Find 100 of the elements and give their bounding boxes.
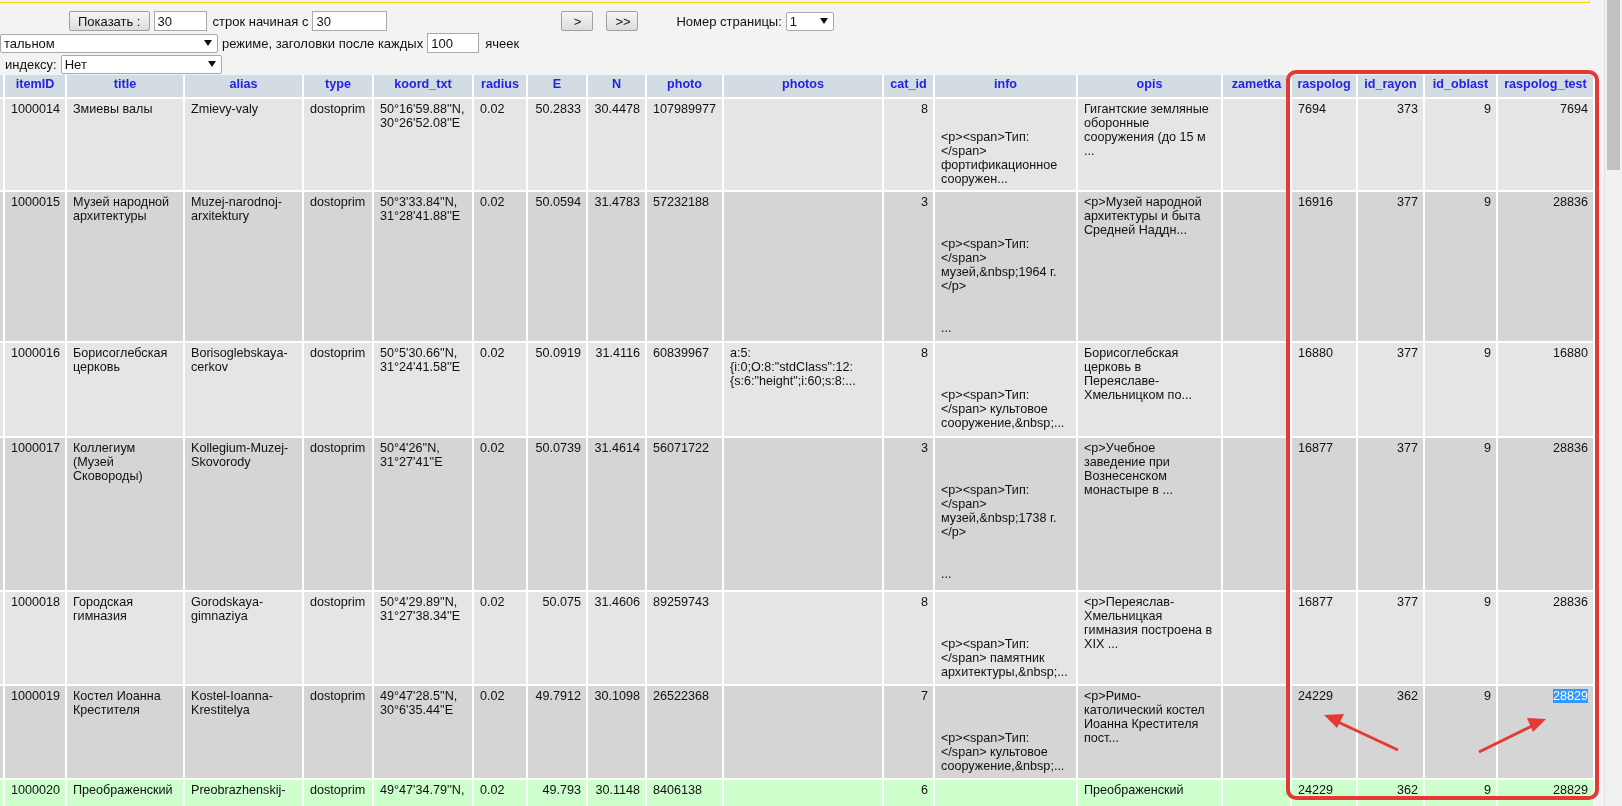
table-cell: 56071722 <box>646 437 723 591</box>
table-cell: 377 <box>1357 191 1424 342</box>
rows-count-field[interactable]: 30 <box>153 11 207 31</box>
last-page-button[interactable]: >> <box>606 11 639 31</box>
column-header[interactable]: E <box>527 75 587 98</box>
table-cell: 0.02 <box>473 685 527 779</box>
show-button[interactable]: Показать : <box>69 11 150 31</box>
page-number-label: Номер страницы: <box>676 13 782 29</box>
table-cell: 28836 <box>1497 437 1594 591</box>
table-cell: 9 <box>1424 342 1497 437</box>
table-cell: dostoprim <box>303 342 373 437</box>
scrollbar[interactable] <box>1604 0 1622 806</box>
column-header[interactable]: title <box>66 75 184 98</box>
column-header[interactable]: photo <box>646 75 723 98</box>
table-cell: Kollegium-Muzej- Skovorody <box>184 437 303 591</box>
column-header[interactable]: zametka <box>1222 75 1291 98</box>
table-cell: <p><span>Тип: </span> фортификационное сооружен... <box>934 98 1077 191</box>
table-cell: 50°4'29.89''N, 31°27'38.34''E <box>373 591 473 685</box>
rows-label: строк начиная с <box>212 13 309 29</box>
table-cell: 3 <box>883 437 934 591</box>
column-header[interactable]: type <box>303 75 373 98</box>
table-cell: 377 <box>1357 342 1424 437</box>
table-cell: 377 <box>1357 437 1424 591</box>
table-cell: 50°16'59.88''N, 30°26'52.08''E <box>373 98 473 191</box>
column-header[interactable]: alias <box>184 75 303 98</box>
table-cell: 50.0739 <box>527 437 587 591</box>
table-cell: dostoprim <box>303 685 373 779</box>
table-cell: a:5: {i:0;O:8:"stdClass":12: {s:6:"height";i:60;s:8:... <box>723 342 883 437</box>
table-cell: 377 <box>1357 591 1424 685</box>
table-cell: 1000018 <box>4 591 66 685</box>
table-cell: 50.2833 <box>527 98 587 191</box>
table-cell: 7 <box>883 685 934 779</box>
table-cell: 8406138 <box>646 779 723 806</box>
index-select[interactable]: Нет <box>60 54 222 74</box>
table-cell: 31.4116 <box>587 342 646 437</box>
table-cell: 9 <box>1424 191 1497 342</box>
table-cell: Коллегиум (Музей Сковороды) <box>66 437 184 591</box>
table-cell: 89259743 <box>646 591 723 685</box>
table-cell: 0.02 <box>473 342 527 437</box>
table-cell: 49°47'34.79''N, <box>373 779 473 806</box>
column-header[interactable]: opis <box>1077 75 1222 98</box>
table-cell: 50.075 <box>527 591 587 685</box>
table-cell: 26522368 <box>646 685 723 779</box>
table-cell: <p>Переяслав- Хмельницкая гимназия построена в XIX ... <box>1077 591 1222 685</box>
table-cell: 50°5'30.66''N, 31°24'41.58''E <box>373 342 473 437</box>
table-cell: Gorodskaya- gimnaziya <box>184 591 303 685</box>
table-cell: 373 <box>1357 98 1424 191</box>
table-cell: 9 <box>1424 591 1497 685</box>
table-cell: 28836 <box>1497 591 1594 685</box>
column-header[interactable]: id_oblast <box>1424 75 1497 98</box>
table-cell: 30.1098 <box>587 685 646 779</box>
table-cell: 3 <box>883 191 934 342</box>
table-cell: 28829 <box>1497 685 1594 779</box>
page-select[interactable]: 1 <box>785 11 834 31</box>
table-cell: 0.02 <box>473 437 527 591</box>
column-header[interactable]: itemID <box>4 75 66 98</box>
column-header[interactable]: info <box>934 75 1077 98</box>
table-cell: 7694 <box>1291 98 1357 191</box>
table-cell: dostoprim <box>303 98 373 191</box>
column-header[interactable]: cat_id <box>883 75 934 98</box>
column-header[interactable]: koord_txt <box>373 75 473 98</box>
table-cell: 0.02 <box>473 591 527 685</box>
column-header[interactable]: raspolog_test <box>1497 75 1594 98</box>
column-header[interactable]: photos <box>723 75 883 98</box>
table-cell: 50.0919 <box>527 342 587 437</box>
table-cell: <p><span>Тип: </span> культовое сооружение,&nbsp;... <box>934 342 1077 437</box>
table-cell: <p><span>Тип: </span> культовое сооружение,&nbsp;... <box>934 685 1077 779</box>
table-cell: 16880 <box>1291 342 1357 437</box>
table-cell: Борисоглебская церковь <box>66 342 184 437</box>
caret-icon <box>207 61 216 67</box>
repeat-cells-field[interactable]: 100 <box>427 33 480 53</box>
table-cell: <p><span>Тип: </span> музей,&nbsp;1738 г. </p> ... <box>934 437 1077 591</box>
table-cell: 50°4'26''N, 31°27'41''E <box>373 437 473 591</box>
start-row-field[interactable]: 30 <box>312 11 388 31</box>
table-cell: 31.4783 <box>587 191 646 342</box>
table-cell: 16880 <box>1497 342 1594 437</box>
table-cell: Борисоглебская церковь в Переяславе- Хмельницком по... <box>1077 342 1222 437</box>
column-header[interactable]: raspolog <box>1291 75 1357 98</box>
column-header[interactable]: radius <box>473 75 527 98</box>
sort-index-label: индексу: <box>5 56 57 72</box>
table-cell: 0.02 <box>473 98 527 191</box>
table-cell: Преображенский <box>66 779 184 806</box>
table-cell: 8 <box>883 591 934 685</box>
table-cell: 16916 <box>1291 191 1357 342</box>
table-cell: 31.4606 <box>587 591 646 685</box>
column-header[interactable]: N <box>587 75 646 98</box>
next-page-button[interactable]: > <box>561 11 594 31</box>
table-cell: <p><span>Тип: </span> памятник архитектуры,&nbsp;... <box>934 591 1077 685</box>
table-cell: Гигантские земляные оборонные сооружения (до 15 м ... <box>1077 98 1222 191</box>
column-header[interactable]: id_rayon <box>1357 75 1424 98</box>
table-cell: 50°3'33.84''N, 31°28'41.88''E <box>373 191 473 342</box>
table-cell: dostoprim <box>303 779 373 806</box>
table-cell: 8 <box>883 342 934 437</box>
table-cell: <p><span>Тип: </span> музей,&nbsp;1964 г. </p> ... <box>934 191 1077 342</box>
mode-select[interactable]: тальном <box>0 33 218 53</box>
table-cell: 107989977 <box>646 98 723 191</box>
table-cell: Kostel-Ioanna- Krestitelya <box>184 685 303 779</box>
table-cell: 31.4614 <box>587 437 646 591</box>
table-cell: 8 <box>883 98 934 191</box>
table-cell: 0.02 <box>473 191 527 342</box>
